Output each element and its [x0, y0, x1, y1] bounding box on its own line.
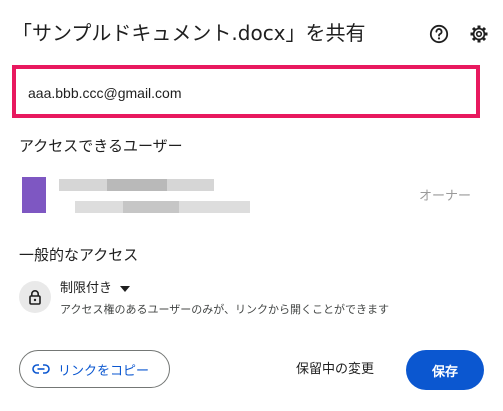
save-button[interactable]: 保存 [406, 350, 484, 390]
copy-link-label: リンクをコピー [58, 363, 150, 379]
lock-badge [19, 281, 51, 313]
gear-icon [470, 25, 488, 43]
share-email-input[interactable] [28, 82, 468, 104]
help-circle-icon [429, 24, 449, 44]
access-level-dropdown[interactable]: 制限付き [60, 281, 131, 297]
avatar [22, 177, 46, 213]
access-description: アクセス権のあるユーザーのみが、リンクから開くことができます [60, 303, 390, 316]
person-row-owner[interactable]: オーナー [19, 175, 481, 217]
role-label: オーナー [418, 189, 471, 204]
caret-down-icon [120, 286, 131, 292]
redacted-name-accent [107, 179, 167, 191]
link-icon [32, 364, 50, 374]
redacted-email-accent [123, 201, 179, 213]
lock-icon [29, 290, 41, 305]
people-with-access-heading: アクセスできるユーザー [19, 137, 183, 155]
dialog-title: 「サンプルドキュメント.docx」を共有 [12, 21, 366, 45]
help-button[interactable] [427, 22, 451, 46]
pending-changes-label: 保留中の変更 [296, 362, 375, 377]
general-access-row: 制限付き アクセス権のあるユーザーのみが、リンクから開くことができます [19, 281, 481, 323]
access-level-label: 制限付き [60, 281, 113, 296]
share-input-highlight [12, 65, 480, 118]
settings-button[interactable] [467, 22, 491, 46]
copy-link-button[interactable]: リンクをコピー [19, 350, 170, 388]
general-access-heading: 一般的なアクセス [19, 246, 139, 264]
